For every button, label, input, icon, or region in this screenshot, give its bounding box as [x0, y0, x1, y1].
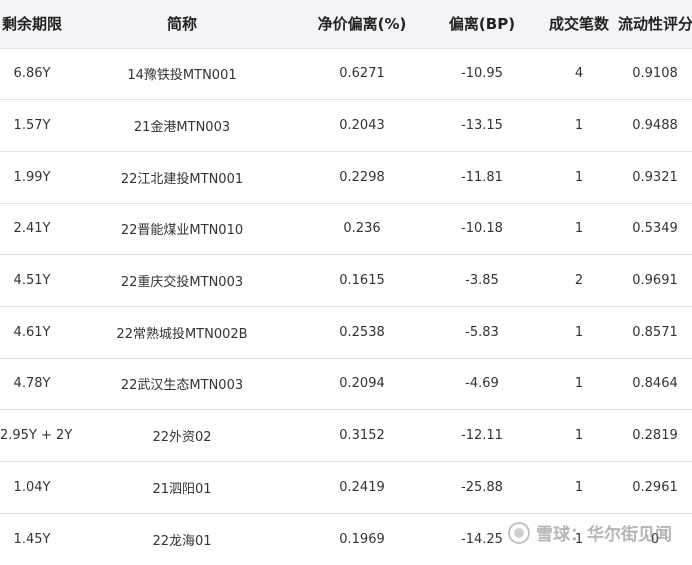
cell-trade-count: 1: [574, 531, 584, 547]
cell-deviation-bp: -13.15: [461, 118, 503, 134]
cell-net-price-deviation: 0.2298: [339, 169, 385, 185]
cell-remaining-term: 1.04Y: [13, 479, 51, 495]
cell-short-name: 21泗阳01: [152, 481, 212, 497]
cell-liquidity-score: 0.9108: [632, 66, 678, 82]
cell-remaining-term: 4.51Y: [13, 273, 51, 289]
table-row: 2.41Y 22晋能煤业MTN010 0.236 -10.18 1 0.5349: [0, 203, 692, 255]
cell-short-name: 22晋能煤业MTN010: [120, 223, 244, 239]
cell-deviation-bp: -3.85: [465, 273, 499, 289]
cell-remaining-term: 1.57Y: [13, 118, 51, 134]
cell-trade-count: 1: [574, 221, 584, 237]
cell-remaining-term: 1.45Y: [13, 531, 51, 547]
cell-trade-count: 2: [574, 273, 584, 289]
cell-deviation-bp: -10.18: [461, 221, 503, 237]
cell-net-price-deviation: 0.236: [343, 221, 381, 237]
cell-deviation-bp: -10.95: [461, 66, 503, 82]
cell-remaining-term: 1.99Y: [13, 169, 51, 185]
cell-short-name: 22外资02: [152, 430, 212, 446]
cell-liquidity-score: 0.2961: [632, 479, 678, 495]
cell-short-name: 22武汉生态MTN003: [120, 378, 244, 394]
cell-short-name: 14豫铁投MTN001: [127, 68, 237, 84]
cell-net-price-deviation: 0.2538: [339, 324, 385, 340]
cell-trade-count: 1: [574, 376, 584, 392]
cell-liquidity-score: 0.5349: [632, 221, 678, 237]
cell-short-name: 22江北建投MTN001: [120, 171, 244, 187]
table-row: 4.51Y 22重庆交投MTN003 0.1615 -3.85 2 0.9691: [0, 254, 692, 307]
cell-trade-count: 1: [574, 169, 584, 185]
cell-deviation-bp: -5.83: [465, 324, 499, 340]
table-row: 2.95Y + 2Y 22外资02 0.3152 -12.11 1 0.2819: [0, 409, 692, 462]
cell-liquidity-score: 0.8571: [632, 324, 678, 340]
cell-net-price-deviation: 0.3152: [339, 428, 385, 444]
header-net-price-deviation: 净价偏离(%): [317, 15, 407, 34]
cell-liquidity-score: 0.9691: [632, 273, 678, 289]
cell-net-price-deviation: 0.6271: [339, 66, 385, 82]
cell-trade-count: 1: [574, 428, 584, 444]
cell-deviation-bp: -12.11: [461, 428, 503, 444]
bond-deviation-table: 剩余期限 简称 净价偏离(%) 偏离(BP) 成交笔数 流动性评分 6.86Y …: [0, 0, 692, 565]
header-row: 剩余期限 简称 净价偏离(%) 偏离(BP) 成交笔数 流动性评分: [0, 0, 692, 48]
cell-remaining-term: 2.41Y: [13, 221, 51, 237]
cell-net-price-deviation: 0.2419: [339, 479, 385, 495]
cell-deviation-bp: -14.25: [461, 531, 503, 547]
table-row: 1.99Y 22江北建投MTN001 0.2298 -11.81 1 0.932…: [0, 151, 692, 203]
table-row: 1.04Y 21泗阳01 0.2419 -25.88 1 0.2961: [0, 461, 692, 514]
table-row: 4.78Y 22武汉生态MTN003 0.2094 -4.69 1 0.8464: [0, 358, 692, 410]
cell-trade-count: 1: [574, 118, 584, 134]
header-trade-count: 成交笔数: [548, 15, 609, 34]
table-row: 1.57Y 21金港MTN003 0.2043 -13.15 1 0.9488: [0, 99, 692, 152]
cell-deviation-bp: -25.88: [461, 479, 503, 495]
cell-net-price-deviation: 0.1969: [339, 531, 385, 547]
cell-short-name: 21金港MTN003: [133, 120, 231, 136]
table-row: 1.45Y 22龙海01 0.1969 -14.25 1 0: [0, 513, 692, 565]
cell-liquidity-score: 0.8464: [632, 376, 678, 392]
table-body: 6.86Y 14豫铁投MTN001 0.6271 -10.95 4 0.9108…: [0, 48, 692, 565]
cell-liquidity-score: 0.9488: [632, 118, 678, 134]
cell-short-name: 22重庆交投MTN003: [120, 275, 244, 291]
cell-net-price-deviation: 0.1615: [339, 273, 385, 289]
cell-trade-count: 4: [574, 66, 584, 82]
cell-trade-count: 1: [574, 324, 584, 340]
cell-net-price-deviation: 0.2043: [339, 118, 385, 134]
header-short-name: 简称: [166, 15, 197, 34]
cell-liquidity-score: 0: [650, 531, 660, 547]
cell-liquidity-score: 0.9321: [632, 169, 678, 185]
cell-short-name: 22常熟城投MTN002B: [116, 326, 248, 342]
cell-deviation-bp: -4.69: [465, 376, 499, 392]
cell-remaining-term: 4.61Y: [13, 324, 51, 340]
cell-deviation-bp: -11.81: [461, 169, 503, 185]
cell-remaining-term: 2.95Y + 2Y: [0, 428, 73, 444]
cell-short-name: 22龙海01: [152, 533, 212, 549]
header-deviation-bp: 偏离(BP): [448, 15, 516, 34]
cell-trade-count: 1: [574, 479, 584, 495]
header-remaining-term: 剩余期限: [1, 15, 62, 34]
cell-net-price-deviation: 0.2094: [339, 376, 385, 392]
cell-liquidity-score: 0.2819: [632, 428, 678, 444]
cell-remaining-term: 4.78Y: [13, 376, 51, 392]
cell-remaining-term: 6.86Y: [13, 66, 51, 82]
header-liquidity-score: 流动性评分: [618, 15, 692, 34]
table-header: 剩余期限 简称 净价偏离(%) 偏离(BP) 成交笔数 流动性评分: [0, 0, 692, 48]
table-row: 6.86Y 14豫铁投MTN001 0.6271 -10.95 4 0.9108: [0, 48, 692, 100]
table-row: 4.61Y 22常熟城投MTN002B 0.2538 -5.83 1 0.857…: [0, 306, 692, 358]
